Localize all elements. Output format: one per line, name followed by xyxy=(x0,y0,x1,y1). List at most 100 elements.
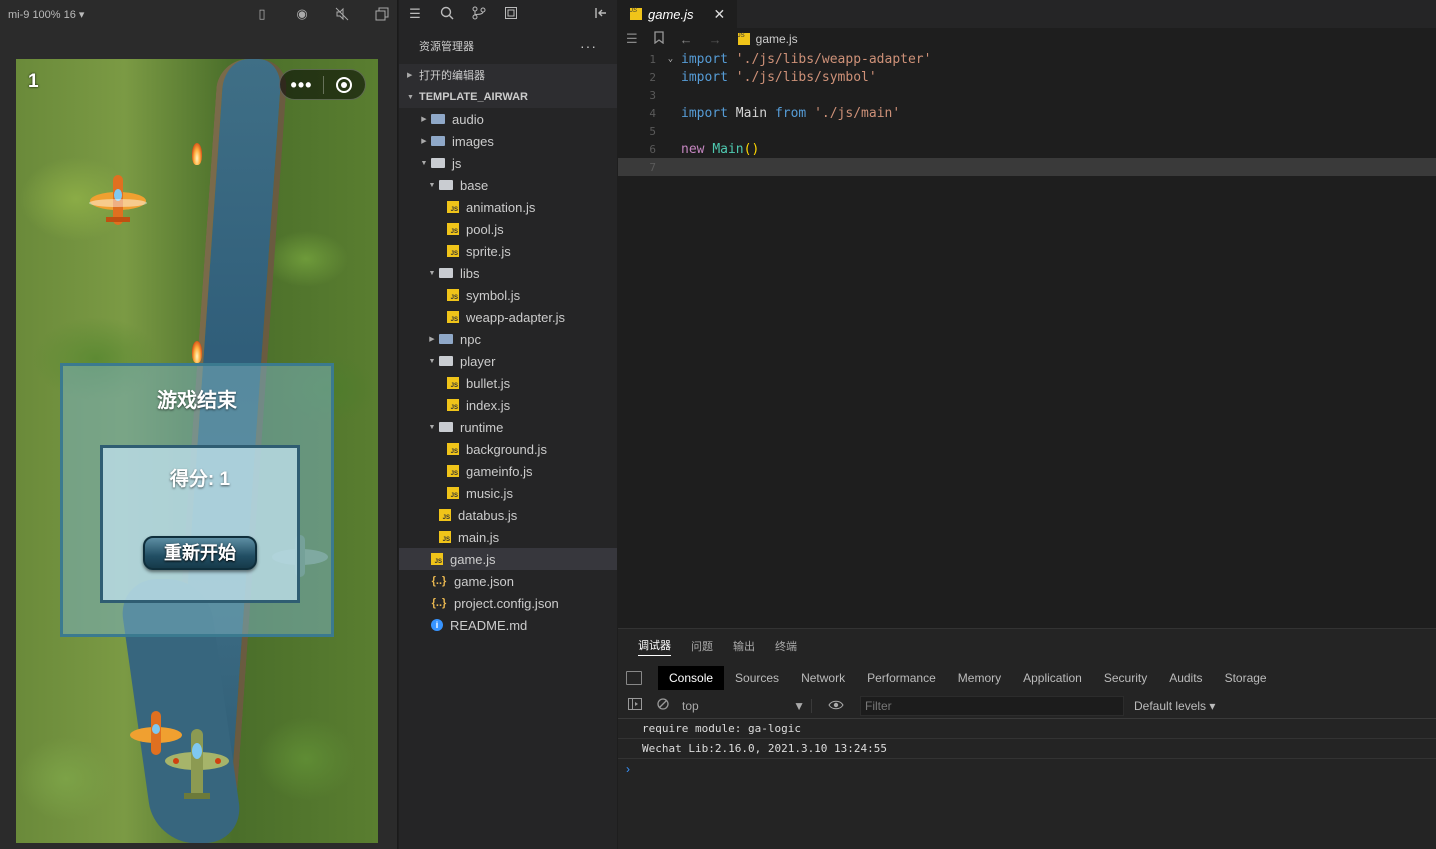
window-icon[interactable] xyxy=(375,7,389,21)
open-editors-section[interactable]: ▶ 打开的编辑器 xyxy=(399,64,617,86)
section-label: 打开的编辑器 xyxy=(419,70,485,82)
tree-item[interactable]: JS databus.js xyxy=(399,504,617,526)
panel-tab[interactable]: 调试器 xyxy=(638,637,671,656)
log-levels-dropdown[interactable]: Default levels ▾ xyxy=(1134,699,1215,713)
tree-item[interactable]: JS pool.js xyxy=(399,218,617,240)
source-control-icon[interactable] xyxy=(471,6,487,22)
tree-item[interactable]: ▼ player xyxy=(399,350,617,372)
devtools-tab[interactable]: Application xyxy=(1012,666,1093,690)
device-selector[interactable]: mi-9 100% 16 ▾ xyxy=(8,8,229,21)
extensions-icon[interactable] xyxy=(503,6,519,22)
tab-game-js[interactable]: JS game.js ✕ xyxy=(618,0,738,28)
panel-tab[interactable]: 终端 xyxy=(775,638,797,654)
explorer-icon[interactable]: ☰ xyxy=(407,6,423,22)
tree-item[interactable]: JS index.js xyxy=(399,394,617,416)
more-menu-icon[interactable]: ••• xyxy=(280,71,323,99)
tree-item[interactable]: JS sprite.js xyxy=(399,240,617,262)
tree-item[interactable]: JS weapp-adapter.js xyxy=(399,306,617,328)
sidebar-toggle-icon[interactable] xyxy=(626,698,644,713)
tree-item[interactable]: {..} game.json xyxy=(399,570,617,592)
clear-console-icon[interactable] xyxy=(654,698,672,713)
tree-item[interactable]: ▼ runtime xyxy=(399,416,617,438)
tree-item[interactable]: JS music.js xyxy=(399,482,617,504)
filter-input[interactable]: Filter xyxy=(860,695,1124,716)
breadcrumb-file[interactable]: game.js xyxy=(756,32,798,46)
tree-item-label: runtime xyxy=(460,419,504,435)
tree-item-label: background.js xyxy=(466,441,547,457)
devtools-tab[interactable]: Audits xyxy=(1158,666,1213,690)
code-line[interactable]: 1 ⌄ import './js/libs/weapp-adapter' xyxy=(618,50,1436,68)
console-prompt[interactable]: › xyxy=(618,759,1436,779)
tree-item[interactable]: ▶ npc xyxy=(399,328,617,350)
restart-button[interactable]: 重新开始 xyxy=(143,536,257,570)
devtools-tab[interactable]: Storage xyxy=(1214,666,1278,690)
code-token: () xyxy=(743,141,760,157)
line-number: 6 xyxy=(649,142,656,156)
tree-item[interactable]: {..} project.config.json xyxy=(399,592,617,614)
collapse-panel-icon[interactable] xyxy=(593,6,609,22)
game-canvas[interactable]: 1 ••• 游戏结束 得分: 1 重新开始 xyxy=(16,59,378,843)
tree-item[interactable]: JS main.js xyxy=(399,526,617,548)
tree-item[interactable]: JS background.js xyxy=(399,438,617,460)
tree-item[interactable]: JS symbol.js xyxy=(399,284,617,306)
code-line[interactable]: 3 xyxy=(618,86,1436,104)
panel-tab[interactable]: 输出 xyxy=(733,638,755,654)
tree-item[interactable]: JS gameinfo.js xyxy=(399,460,617,482)
bullet xyxy=(192,341,202,363)
devtools-tab[interactable]: Network xyxy=(790,666,856,690)
tree-item[interactable]: ▼ libs xyxy=(399,262,617,284)
explorer-header: 资源管理器 ··· xyxy=(399,28,617,64)
bookmark-icon[interactable] xyxy=(654,31,664,47)
game-over-dialog: 游戏结束 得分: 1 重新开始 xyxy=(60,363,334,637)
breadcrumb: ☰ ← → JS game.js xyxy=(618,28,1436,50)
tree-item[interactable]: JS game.js xyxy=(399,548,617,570)
close-miniprogram-icon[interactable] xyxy=(324,76,365,93)
panel-tab[interactable]: 问题 xyxy=(691,638,713,654)
tree-item-label: game.js xyxy=(450,551,496,567)
tree-item[interactable]: JS animation.js xyxy=(399,196,617,218)
code-line[interactable]: 6 new Main() xyxy=(618,140,1436,158)
list-icon[interactable]: ☰ xyxy=(626,31,638,47)
more-actions-icon[interactable]: ··· xyxy=(580,38,597,54)
devtools-tab[interactable]: Sources xyxy=(724,666,790,690)
tree-item[interactable]: i README.md xyxy=(399,614,617,636)
context-selector[interactable]: top ▼ xyxy=(682,698,812,713)
devtools-tab[interactable]: Console xyxy=(658,666,725,690)
inspect-element-icon[interactable] xyxy=(626,671,642,685)
devtools-tab[interactable]: Security xyxy=(1093,666,1158,690)
tree-item-label: pool.js xyxy=(466,221,504,237)
folder-open-icon xyxy=(439,180,453,190)
tree-item[interactable]: ▼ base xyxy=(399,174,617,196)
tree-item[interactable]: ▼ js xyxy=(399,152,617,174)
back-arrow-icon[interactable]: ← xyxy=(680,32,693,47)
forward-arrow-icon[interactable]: → xyxy=(709,32,722,47)
code-line[interactable]: 5 xyxy=(618,122,1436,140)
code-line[interactable]: 2 import './js/libs/symbol' xyxy=(618,68,1436,86)
tree-item[interactable]: ▶ images xyxy=(399,130,617,152)
line-number: 4 xyxy=(649,106,656,120)
mute-icon[interactable] xyxy=(335,7,349,21)
devtools-tab[interactable]: Memory xyxy=(947,666,1012,690)
project-section[interactable]: ▼ TEMPLATE_AIRWAR xyxy=(399,86,617,108)
devtools-tab[interactable]: Performance xyxy=(856,666,947,690)
record-icon[interactable]: ◉ xyxy=(295,7,309,21)
tree-item[interactable]: ▶ audio xyxy=(399,108,617,130)
code-area[interactable]: 1 ⌄ import './js/libs/weapp-adapter' 2 impor… xyxy=(618,50,1436,176)
file-tree: ▶ audio ▶ images ▼ js ▼ base JS animation.js JS poo… xyxy=(399,108,617,636)
folder-icon xyxy=(431,114,445,124)
console-toolbar: top ▼ Filter Default levels ▾ xyxy=(618,693,1436,719)
search-icon[interactable] xyxy=(439,6,455,22)
fold-chevron-icon[interactable]: ⌄ xyxy=(660,54,681,64)
close-tab-icon[interactable]: ✕ xyxy=(714,6,726,23)
code-line[interactable]: 4 import Main from './js/main' xyxy=(618,104,1436,122)
js-file-icon: JS xyxy=(439,531,451,543)
js-file-icon: JS xyxy=(447,245,459,257)
eye-icon[interactable] xyxy=(828,699,844,713)
code-line[interactable]: 7 xyxy=(618,158,1436,176)
phone-icon[interactable]: ▯ xyxy=(255,7,269,21)
tree-item-label: images xyxy=(452,133,494,149)
tree-item[interactable]: JS bullet.js xyxy=(399,372,617,394)
js-file-icon: JS xyxy=(447,465,459,477)
